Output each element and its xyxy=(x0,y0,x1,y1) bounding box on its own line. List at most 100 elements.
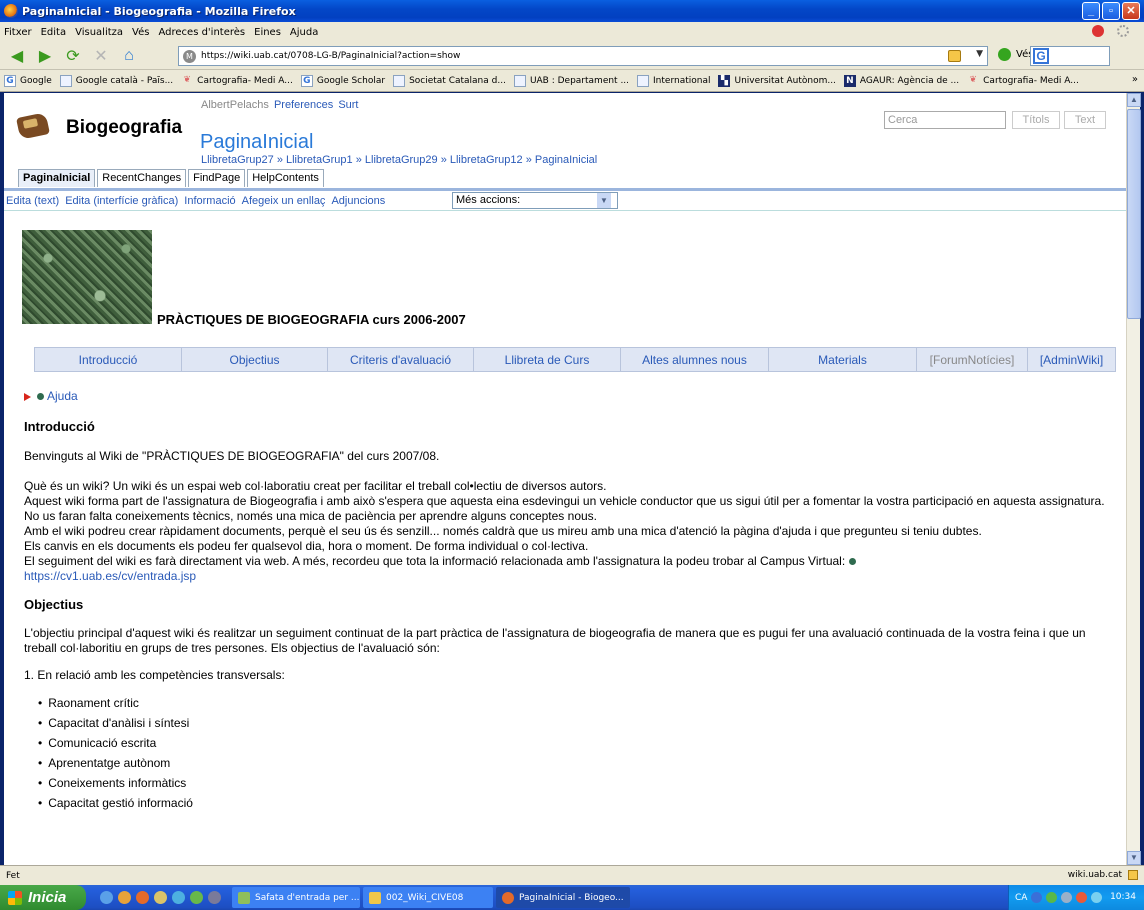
course-menu: Introducció Objectius Criteris d'avaluac… xyxy=(34,347,1116,372)
menu-altes[interactable]: Altes alumnes nous xyxy=(621,348,769,371)
language-indicator[interactable]: CA xyxy=(1015,893,1027,903)
scroll-up-icon[interactable]: ▲ xyxy=(1127,93,1141,107)
start-button[interactable]: Inicia xyxy=(0,885,86,910)
search-titles-button[interactable]: Títols xyxy=(1012,111,1060,129)
folder-icon xyxy=(369,891,381,904)
bookmark-item[interactable]: G Google Scholar xyxy=(300,74,385,87)
maximize-button[interactable]: ▫ xyxy=(1102,2,1120,20)
help-toggle[interactable]: Ajuda xyxy=(24,389,1109,404)
edit-text-link[interactable]: Edita (text) xyxy=(6,195,59,207)
campus-link[interactable]: https://cv1.uab.es/cv/entrada.jsp xyxy=(24,569,1109,584)
map-icon: ❦ xyxy=(183,74,191,85)
home-icon[interactable]: ⌂ xyxy=(118,46,140,66)
firefox-icon[interactable] xyxy=(136,891,149,904)
page-icon xyxy=(393,74,406,87)
scroll-down-icon[interactable]: ▼ xyxy=(1127,851,1141,865)
bookmark-item[interactable]: ▚ Universitat Autònom... xyxy=(718,74,836,87)
back-icon[interactable]: ◀ xyxy=(6,46,28,66)
menu-file[interactable]: Fitxer xyxy=(4,27,32,38)
bookmarks-overflow-button[interactable]: » xyxy=(1132,74,1138,85)
menu-go[interactable]: Vés xyxy=(132,27,149,38)
url-bar[interactable]: M https://wiki.uab.cat/0708-LG-B/PaginaI… xyxy=(178,46,988,66)
logout-link[interactable]: Surt xyxy=(338,99,358,111)
breadcrumb[interactable]: LlibretaGrup27 » LlibretaGrup1 » Llibret… xyxy=(201,154,597,166)
stop-icon xyxy=(1092,25,1104,37)
bookmark-item[interactable]: International xyxy=(637,74,710,87)
padlock-icon[interactable] xyxy=(1128,870,1138,880)
page-title[interactable]: PaginaInicial xyxy=(200,131,313,154)
vertical-scrollbar[interactable]: ▲ ▼ xyxy=(1126,93,1141,865)
menu-tools[interactable]: Eines xyxy=(254,27,281,38)
menu-view[interactable]: Visualitza xyxy=(75,27,123,38)
intro-paragraph: Aquest wiki forma part de l'assignatura … xyxy=(24,494,1105,523)
tray-icon[interactable] xyxy=(1031,892,1043,903)
close-button[interactable]: ✕ xyxy=(1122,2,1140,20)
add-link-link[interactable]: Afegeix un enllaç xyxy=(242,195,326,207)
scroll-thumb[interactable] xyxy=(1127,109,1141,319)
help-link[interactable]: Ajuda xyxy=(47,389,78,404)
quick-launch-icon[interactable] xyxy=(172,891,185,904)
more-actions-select[interactable]: Més accions: ▼ xyxy=(452,192,618,209)
go-button[interactable]: Vés xyxy=(998,48,1033,61)
start-label: Inicia xyxy=(28,889,67,906)
bookmark-item[interactable]: UAB : Departament ... xyxy=(513,74,629,87)
tab-findpage[interactable]: FindPage xyxy=(188,169,246,187)
menu-bookmarks[interactable]: Adreces d'interès xyxy=(158,27,245,38)
windows-logo-icon xyxy=(8,890,22,905)
search-text-button[interactable]: Text xyxy=(1064,111,1106,129)
menu-admin[interactable]: [AdminWiki] xyxy=(1028,348,1115,371)
menu-llibreta[interactable]: Llibreta de Curs xyxy=(474,348,621,371)
taskbar-item-folder[interactable]: 002_Wiki_CIVE08 xyxy=(363,887,493,908)
quick-launch-icon[interactable] xyxy=(190,891,203,904)
system-tray: CA 10:34 xyxy=(1008,885,1144,910)
reload-icon[interactable]: ⟳ xyxy=(62,46,84,66)
list-item: Comunicació escrita xyxy=(38,733,1109,753)
quick-launch-icon[interactable] xyxy=(208,891,221,904)
tab-helpcontents[interactable]: HelpContents xyxy=(247,169,324,187)
quick-launch-icon[interactable] xyxy=(154,891,167,904)
info-link[interactable]: Informació xyxy=(184,195,235,207)
taskbar-item-firefox[interactable]: PaginaInicial - Biogeo... xyxy=(496,887,630,908)
bookmark-item[interactable]: G Google xyxy=(4,74,52,87)
attachments-link[interactable]: Adjuncions xyxy=(331,195,385,207)
tab-recentchanges[interactable]: RecentChanges xyxy=(97,169,187,187)
tray-icon[interactable] xyxy=(1076,892,1088,903)
wiki-search-input[interactable]: Cerca xyxy=(884,111,1006,129)
menu-introduccio[interactable]: Introducció xyxy=(35,348,182,371)
wiki-nav-tabs: PaginaInicial RecentChanges FindPage Hel… xyxy=(18,169,326,187)
menu-objectius[interactable]: Objectius xyxy=(182,348,328,371)
menu-edit[interactable]: Edita xyxy=(41,27,67,38)
chevron-down-icon[interactable]: ▼ xyxy=(976,49,983,59)
volume-icon[interactable] xyxy=(1091,892,1103,903)
bookmark-item[interactable]: N AGAUR: Agència de ... xyxy=(843,74,959,87)
site-name[interactable]: Biogeografia xyxy=(66,117,182,139)
quick-launch-icon[interactable] xyxy=(100,891,113,904)
firefox-icon xyxy=(4,4,18,18)
forward-icon[interactable]: ▶ xyxy=(34,46,56,66)
competencies-list: Raonament crític Capacitat d'anàlisi i s… xyxy=(38,693,1109,813)
username[interactable]: AlbertPelachs xyxy=(201,99,269,111)
preferences-link[interactable]: Preferences xyxy=(274,99,333,111)
menu-materials[interactable]: Materials xyxy=(769,348,917,371)
taskbar-item-mail[interactable]: Safata d'entrada per ... xyxy=(232,887,360,908)
bookmark-item[interactable]: Societat Catalana d... xyxy=(393,74,506,87)
book-logo-icon[interactable] xyxy=(16,112,50,140)
stop-load-icon[interactable]: ✕ xyxy=(90,46,112,66)
quick-launch-icon[interactable] xyxy=(118,891,131,904)
minimize-button[interactable]: _ xyxy=(1082,2,1100,20)
tab-paginainicial[interactable]: PaginaInicial xyxy=(18,169,96,187)
expand-triangle-icon[interactable] xyxy=(24,392,31,401)
list-item: Coneixements informàtics xyxy=(38,773,1109,793)
edit-gui-link[interactable]: Edita (interfície gràfica) xyxy=(65,195,178,207)
bookmark-item[interactable]: ❦ Cartografia- Medi A... xyxy=(181,75,293,87)
menu-help[interactable]: Ajuda xyxy=(290,27,318,38)
bookmark-item[interactable]: ❦ Cartografia- Medi A... xyxy=(967,75,1079,87)
network-icon[interactable] xyxy=(1061,892,1073,903)
menu-forum[interactable]: [ForumNotícies] xyxy=(917,348,1028,371)
web-search-input[interactable]: G xyxy=(1030,46,1110,66)
menu-criteris[interactable]: Criteris d'avaluació xyxy=(328,348,474,371)
bookmark-item[interactable]: Google català - Paīs... xyxy=(59,74,173,87)
list-item: Raonament crític xyxy=(38,693,1109,713)
tray-icon[interactable] xyxy=(1046,892,1058,903)
list-item: Capacitat gestió informació xyxy=(38,793,1109,813)
